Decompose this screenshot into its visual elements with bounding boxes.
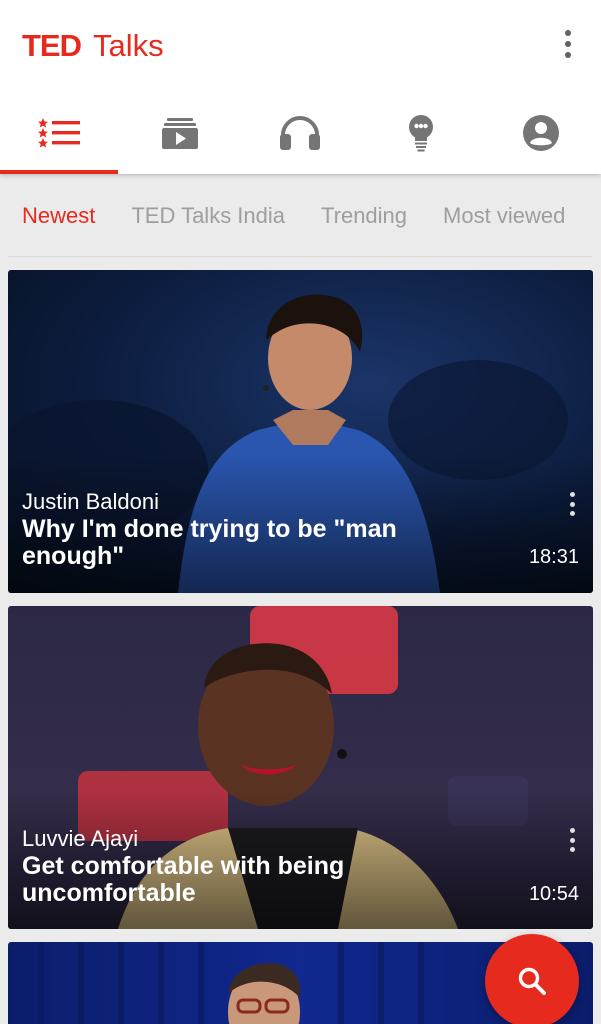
search-icon — [518, 967, 546, 995]
surprise-me-bulb-icon — [408, 115, 433, 152]
active-tab-indicator — [0, 170, 118, 174]
talk-card[interactable]: Luvvie Ajayi Get comfortable with being … — [8, 606, 593, 929]
talk-speaker: Luvvie Ajayi — [22, 826, 139, 851]
tab-talks[interactable] — [0, 96, 120, 170]
talk-duration: 10:54 — [528, 883, 579, 905]
tab-surprise-me[interactable] — [361, 96, 481, 170]
playlists-icon — [162, 118, 199, 149]
profile-icon — [522, 115, 559, 151]
logo-talks: Talks — [93, 28, 164, 63]
category-divider — [8, 256, 592, 257]
tab-podcasts[interactable] — [240, 96, 360, 170]
card-more-icon[interactable] — [567, 492, 577, 516]
category-tab-ted-talks-india[interactable]: TED Talks India — [131, 203, 285, 229]
category-tab-newest[interactable]: Newest — [22, 203, 95, 229]
bottom-nav-tabs — [0, 96, 601, 174]
talk-title: Why I'm done trying to be "man enough" — [22, 515, 397, 570]
talk-card[interactable]: Justin Baldoni Why I'm done trying to be… — [8, 270, 593, 593]
talk-speaker: Justin Baldoni — [22, 489, 159, 514]
logo-ted: TED — [22, 28, 82, 63]
card-more-icon[interactable] — [567, 828, 577, 852]
podcasts-headphones-icon — [280, 116, 321, 150]
category-tab-trending[interactable]: Trending — [321, 203, 407, 229]
search-fab[interactable] — [485, 934, 579, 1024]
category-tabs: Newest TED Talks India Trending Most vie… — [0, 188, 601, 244]
talk-title: Get comfortable with being uncomfortable — [22, 852, 345, 907]
tab-profile[interactable] — [481, 96, 601, 170]
talks-list-icon — [38, 118, 81, 148]
ted-talks-logo: TED Talks — [22, 26, 164, 66]
category-tab-most-viewed[interactable]: Most viewed — [443, 203, 565, 229]
app-bar: TED Talks — [0, 0, 601, 174]
overflow-menu-icon[interactable] — [552, 26, 584, 62]
talk-duration: 18:31 — [528, 546, 579, 568]
tab-playlists[interactable] — [120, 96, 240, 170]
